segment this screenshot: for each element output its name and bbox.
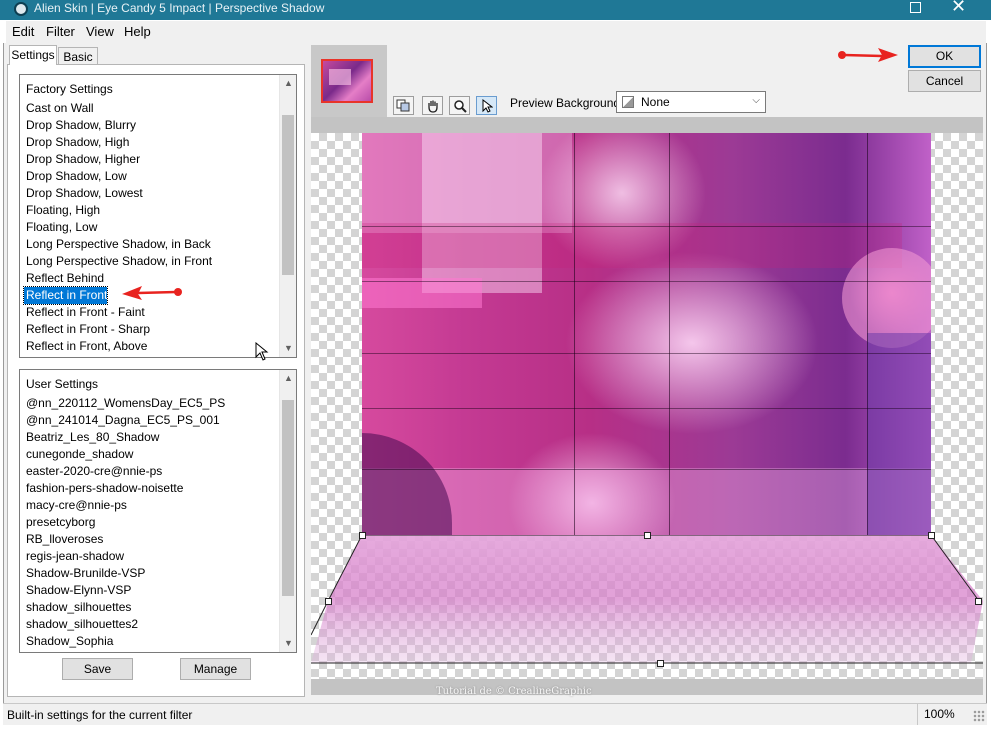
list-item[interactable]: Shadow-Elynn-VSP [24,582,131,599]
zoom-icon[interactable] [449,96,470,115]
list-item-selected[interactable]: Reflect in Front [22,286,109,305]
control-handle[interactable] [325,598,332,605]
list-item[interactable]: Long Perspective Shadow, in Front [24,253,212,270]
preview-image [362,133,931,535]
list-item[interactable]: Beatriz_Les_80_Shadow [24,429,159,446]
control-handle[interactable] [359,532,366,539]
maximize-button[interactable] [910,2,921,13]
menu-bar: Edit Filter View Help [6,21,986,43]
hand-icon[interactable] [422,96,443,115]
annotation-arrow-right-icon [838,48,898,62]
manage-button[interactable]: Manage [180,658,251,680]
close-button[interactable]: ✕ [951,0,966,17]
preview-background-value: None [641,95,670,109]
menu-filter[interactable]: Filter [46,24,75,40]
list-item[interactable]: Drop Shadow, Blurry [24,117,136,134]
factory-list-scrollbar[interactable]: ▲ ▼ [279,75,296,357]
menu-edit[interactable]: Edit [12,24,34,40]
control-handle[interactable] [657,660,664,667]
list-item[interactable]: fashion-pers-shadow-noisette [24,480,183,497]
list-item[interactable]: regis-jean-shadow [24,548,124,565]
ok-button[interactable]: OK [908,45,981,68]
scroll-down-icon[interactable]: ▼ [280,635,296,652]
list-item[interactable]: presetcyborg [24,514,95,531]
menu-help[interactable]: Help [124,24,151,40]
chevron-down-icon: ⌵ [752,95,760,106]
alien-skin-logo-icon [14,2,28,16]
list-item[interactable]: Floating, Low [24,219,97,236]
list-item[interactable]: shadow_silhouettes2 [24,616,138,633]
list-item[interactable]: Drop Shadow, Higher [24,151,140,168]
mouse-cursor-icon [255,342,269,361]
menu-view[interactable]: View [86,24,114,40]
reflection-shadow [311,535,983,664]
list-item[interactable]: Drop Shadow, Low [24,168,127,185]
title-bar: Alien Skin | Eye Candy 5 Impact | Perspe… [0,0,991,20]
user-settings-header[interactable]: User Settings [26,377,98,391]
factory-settings-list[interactable]: Factory Settings Cast on Wall Drop Shado… [19,74,297,358]
list-item[interactable]: Cast on Wall [24,100,94,117]
factory-settings-header[interactable]: Factory Settings [26,82,113,96]
scroll-down-icon[interactable]: ▼ [280,340,296,357]
cancel-button[interactable]: Cancel [908,70,981,92]
list-item[interactable]: Shadow_Sophia [24,633,113,650]
control-handle[interactable] [644,532,651,539]
control-handle[interactable] [928,532,935,539]
pointer-icon[interactable] [476,96,497,115]
list-item[interactable]: easter-2020-cre@nnie-ps [24,463,162,480]
list-item[interactable]: Long Perspective Shadow, in Back [24,236,211,253]
user-settings-list[interactable]: User Settings @nn_220112_WomensDay_EC5_P… [19,369,297,653]
scroll-thumb[interactable] [282,115,294,275]
preview-toggle-icon[interactable] [393,96,414,115]
list-item[interactable]: Reflect in Front - Sharp [24,321,150,338]
list-item[interactable]: RB_lloveroses [24,531,103,548]
watermark-text: Tutorial de © CrealineGraphic [436,686,592,697]
list-item[interactable]: Reflect in Front, Above [24,338,147,355]
status-bar: Built-in settings for the current filter… [3,703,987,725]
list-item[interactable]: Shadow-Brunilde-VSP [24,565,145,582]
list-item[interactable]: cunegonde_shadow [24,446,133,463]
list-item[interactable]: Drop Shadow, Lowest [24,185,143,202]
preview-background-label: Preview Background: [510,96,624,110]
preview-background-select[interactable]: None ⌵ [616,91,766,113]
list-item[interactable]: macy-cre@nnie-ps [24,497,127,514]
preview-area[interactable] [311,117,983,695]
scroll-thumb[interactable] [282,400,294,596]
resize-grip-icon[interactable] [973,710,985,722]
annotation-arrow-left-icon [122,286,182,300]
user-list-scrollbar[interactable]: ▲ ▼ [279,370,296,652]
tab-settings[interactable]: Settings [9,45,57,65]
control-handle[interactable] [975,598,982,605]
zoom-level: 100% [917,704,967,725]
preview-canvas[interactable] [311,133,983,679]
list-item[interactable]: @nn_241014_Dagna_EC5_PS_001 [24,412,220,429]
list-item[interactable]: @nn_220112_WomensDay_EC5_PS [24,395,225,412]
save-button[interactable]: Save [62,658,133,680]
status-text: Built-in settings for the current filter [7,708,193,722]
list-item[interactable]: shadow_silhouettes [24,599,131,616]
list-item[interactable]: Reflect in Front - Faint [24,304,145,321]
preview-toolbar: Preview Background: None ⌵ [311,91,983,115]
scroll-up-icon[interactable]: ▲ [280,75,296,92]
list-item[interactable]: Floating, High [24,202,100,219]
list-item[interactable]: Drop Shadow, High [24,134,129,151]
list-item[interactable]: Reflect Behind [24,270,104,287]
window-title: Alien Skin | Eye Candy 5 Impact | Perspe… [34,1,325,15]
scroll-up-icon[interactable]: ▲ [280,370,296,387]
swatch-icon [622,96,634,108]
tab-basic[interactable]: Basic [58,47,98,65]
